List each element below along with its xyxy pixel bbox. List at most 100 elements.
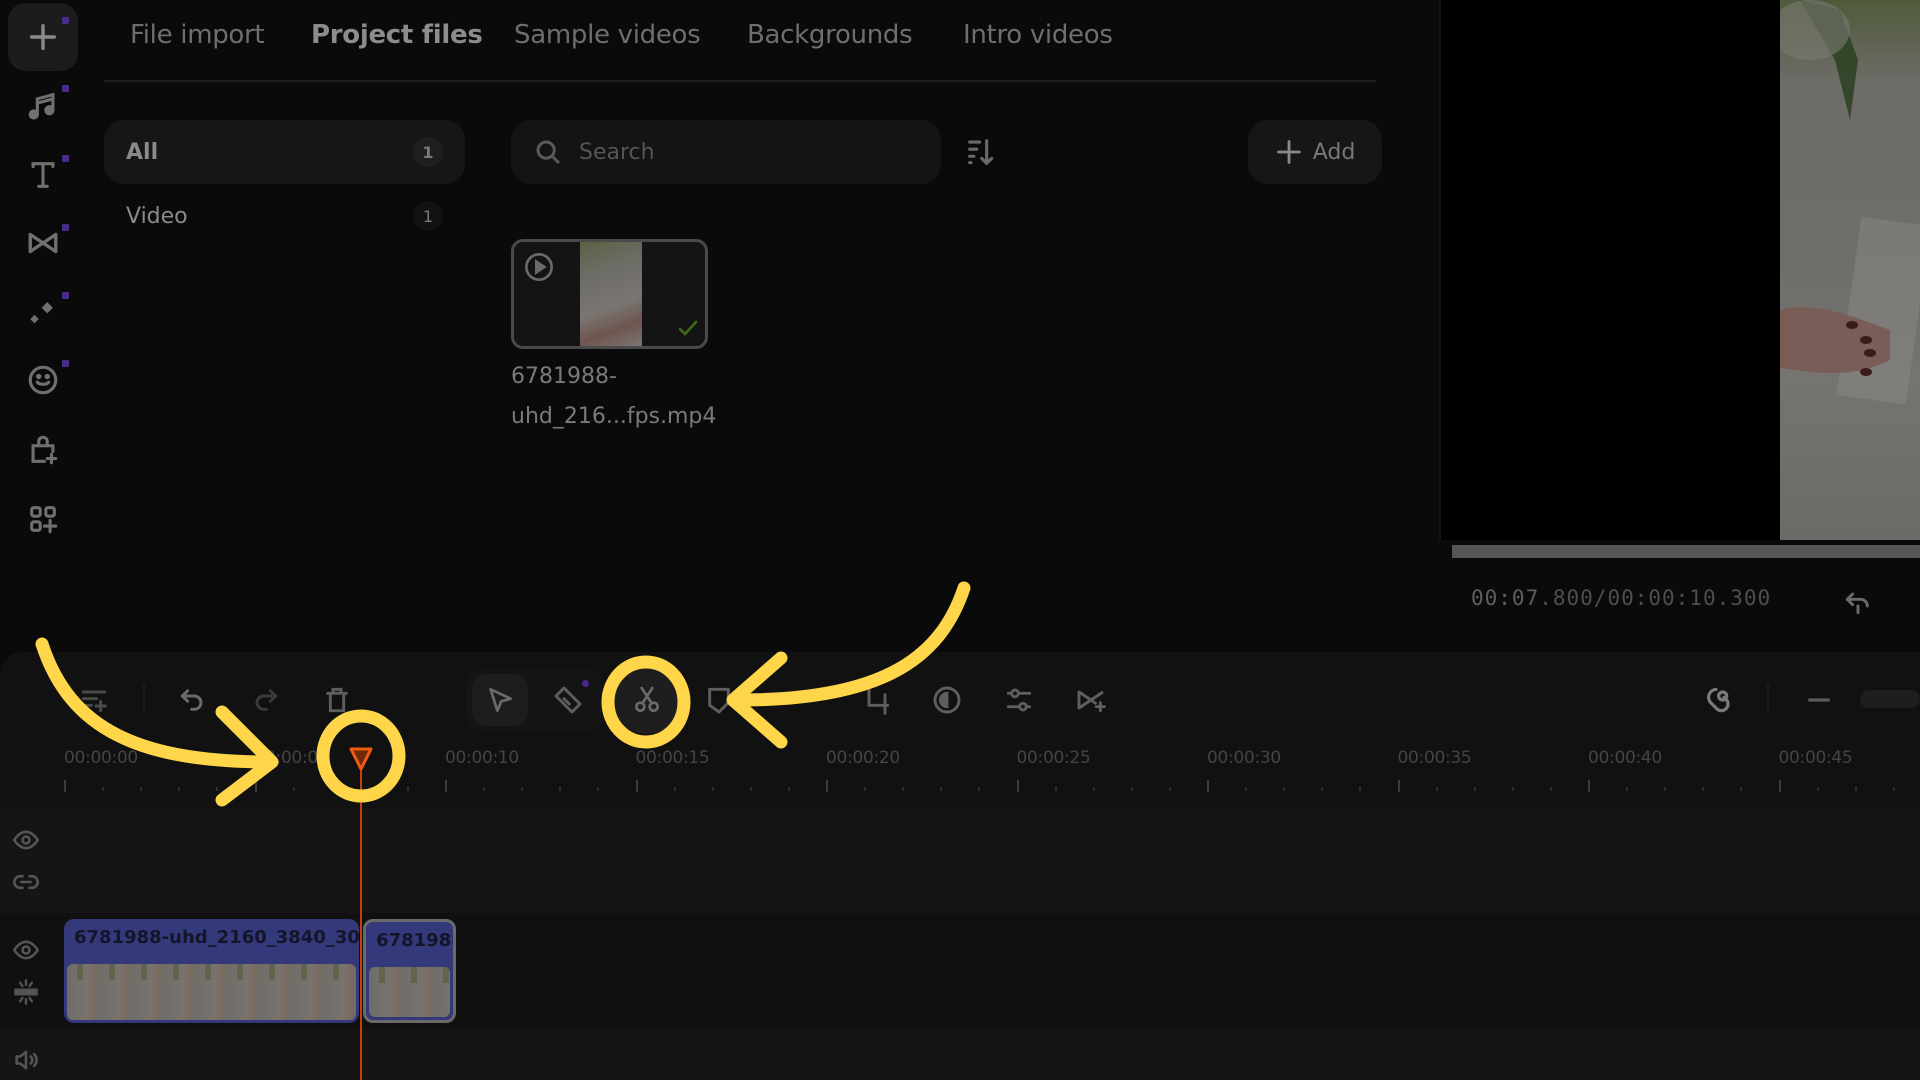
category-video[interactable]: Video 1 bbox=[104, 184, 465, 248]
ruler-label: 00:00:45 bbox=[1778, 748, 1853, 768]
ruler-minor-tick bbox=[1435, 787, 1438, 791]
crop-button[interactable] bbox=[855, 678, 899, 722]
sidebar-item-audio[interactable] bbox=[8, 72, 78, 140]
preview-frame bbox=[1770, 0, 1920, 540]
ruler-major-tick bbox=[826, 780, 828, 792]
add-transition-button[interactable] bbox=[1069, 678, 1113, 722]
preview-progress-bar[interactable] bbox=[1452, 545, 1920, 558]
search-input[interactable] bbox=[577, 138, 881, 166]
eye-icon[interactable] bbox=[12, 826, 40, 854]
tab-file-import[interactable]: File import bbox=[130, 20, 265, 50]
color-button[interactable] bbox=[925, 678, 969, 722]
add-button[interactable]: Add bbox=[1248, 120, 1382, 184]
ruler-minor-tick bbox=[902, 787, 905, 791]
ruler-label: 00:00:25 bbox=[1016, 748, 1091, 768]
playhead-line[interactable] bbox=[360, 768, 363, 1080]
undo-button[interactable] bbox=[171, 678, 215, 722]
smiley-icon bbox=[28, 365, 58, 395]
rewind-button[interactable] bbox=[1842, 586, 1874, 618]
minus-icon bbox=[1808, 698, 1830, 702]
ruler-minor-tick bbox=[1130, 787, 1133, 791]
magnet-snap-button[interactable] bbox=[1698, 678, 1742, 722]
sparkle-icon bbox=[30, 302, 53, 324]
ruler-major-tick bbox=[1016, 780, 1019, 792]
zoom-slider[interactable] bbox=[1860, 690, 1920, 708]
link-icon[interactable] bbox=[12, 868, 40, 896]
ruler-major-tick bbox=[635, 780, 638, 792]
cursor-arrow-icon bbox=[489, 688, 512, 712]
ruler-major-tick bbox=[1778, 780, 1781, 792]
ruler-minor-tick bbox=[178, 787, 181, 791]
ruler-minor-tick bbox=[1816, 787, 1819, 791]
ruler-minor-tick bbox=[1321, 787, 1324, 791]
ruler-major-tick bbox=[1397, 780, 1400, 792]
timeline-clip[interactable]: 6781988-uhd_2160_3840_30fps bbox=[64, 919, 360, 1023]
split-button[interactable] bbox=[611, 666, 683, 734]
ruler-label: 00:00:00 bbox=[64, 748, 138, 768]
select-tool-button[interactable] bbox=[478, 678, 522, 722]
category-count: 1 bbox=[413, 201, 443, 231]
tab-sample-videos[interactable]: Sample videos bbox=[514, 20, 701, 50]
video-preview[interactable] bbox=[1439, 0, 1920, 540]
ruler-minor-tick bbox=[864, 787, 867, 791]
sidebar-item-text[interactable] bbox=[8, 141, 78, 209]
delete-button[interactable] bbox=[315, 678, 359, 722]
search-icon bbox=[536, 140, 560, 164]
sidebar-item-more[interactable] bbox=[8, 485, 78, 553]
ruler-minor-tick bbox=[940, 787, 943, 791]
zoom-out-button[interactable] bbox=[1797, 678, 1841, 722]
ruler-minor-tick bbox=[559, 787, 562, 791]
tab-project-files[interactable]: Project files bbox=[311, 20, 483, 50]
ruler-minor-tick bbox=[330, 787, 333, 791]
ruler-label: 00:00:15 bbox=[635, 748, 710, 768]
contrast-icon bbox=[933, 686, 961, 714]
sidebar-item-effects[interactable] bbox=[8, 278, 78, 346]
search-box[interactable] bbox=[511, 120, 941, 184]
timeline-clip[interactable]: 6781988-uhd_2160_3840_30fps bbox=[363, 919, 457, 1023]
trash-icon bbox=[326, 687, 348, 713]
play-circle-icon[interactable] bbox=[523, 251, 555, 283]
redo-button[interactable] bbox=[243, 678, 287, 722]
undo-arrow-icon bbox=[1845, 592, 1869, 615]
plus-icon bbox=[29, 23, 57, 51]
media-thumbnail[interactable] bbox=[511, 239, 708, 349]
mask-shield-icon bbox=[708, 687, 730, 714]
sidebar-item-transitions[interactable] bbox=[8, 209, 78, 277]
playhead-handle[interactable] bbox=[348, 746, 374, 776]
ruler-minor-tick bbox=[140, 787, 143, 791]
category-label: All bbox=[126, 139, 159, 165]
category-all[interactable]: All 1 bbox=[104, 120, 465, 184]
ruler-major-tick bbox=[1207, 780, 1209, 792]
ruler-major-tick bbox=[1588, 780, 1590, 792]
ruler-minor-tick bbox=[406, 787, 409, 791]
check-icon bbox=[678, 320, 698, 336]
razor-tool-button[interactable] bbox=[546, 678, 590, 722]
ruler-minor-tick bbox=[292, 787, 295, 791]
mask-button[interactable] bbox=[697, 678, 741, 722]
ruler-minor-tick bbox=[1168, 787, 1171, 791]
adjust-button[interactable] bbox=[997, 678, 1041, 722]
split-track-icon[interactable] bbox=[12, 978, 40, 1006]
category-label: Video bbox=[126, 203, 188, 229]
new-badge bbox=[62, 292, 69, 299]
sidebar-item-stickers[interactable] bbox=[8, 346, 78, 414]
ruler-minor-tick bbox=[216, 787, 219, 791]
ruler-minor-tick bbox=[1892, 787, 1895, 791]
ruler-label: 00:00:35 bbox=[1397, 748, 1472, 768]
ruler-minor-tick bbox=[521, 787, 524, 791]
sidebar-item-store[interactable] bbox=[8, 416, 78, 484]
volume-icon[interactable] bbox=[12, 1046, 40, 1074]
bag-plus-icon bbox=[31, 435, 58, 465]
current-time-ms: .800 bbox=[1539, 586, 1594, 610]
magnet-icon bbox=[1707, 687, 1730, 713]
add-button-label: Add bbox=[1312, 139, 1356, 165]
tab-backgrounds[interactable]: Backgrounds bbox=[747, 20, 913, 50]
sidebar-item-add-media[interactable] bbox=[8, 3, 78, 71]
sort-button[interactable] bbox=[964, 135, 998, 169]
eye-icon[interactable] bbox=[12, 936, 40, 964]
clip-filmstrip bbox=[67, 964, 357, 1020]
add-track-button[interactable] bbox=[72, 678, 116, 722]
tab-intro-videos[interactable]: Intro videos bbox=[963, 20, 1113, 50]
sort-descending-icon bbox=[968, 139, 994, 166]
ruler-minor-tick bbox=[1473, 787, 1476, 791]
